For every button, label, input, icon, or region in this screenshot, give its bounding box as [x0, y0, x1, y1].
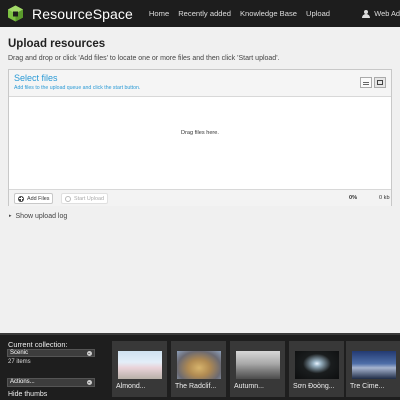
thumbnail-caption: Sơn Đoòng...	[293, 383, 335, 390]
collection-thumb[interactable]: Autumn...	[230, 341, 285, 397]
thumbnail-icon	[377, 80, 383, 85]
select-files-subtitle: Add files to the upload queue and click …	[14, 85, 141, 91]
current-collection-label: Current collection:	[8, 340, 68, 349]
collection-thumb[interactable]: Sơn Đoòng...	[289, 341, 344, 397]
upload-log-label: Show upload log	[15, 213, 68, 220]
collection-bar: Current collection: Scenic 27 items Acti…	[0, 333, 400, 400]
nav-upload[interactable]: Upload	[306, 9, 330, 18]
start-upload-button[interactable]: Start Upload	[61, 193, 108, 204]
chevron-down-icon	[87, 380, 92, 385]
thumbnail-caption: Almond...	[116, 383, 146, 390]
thumbnail-image	[295, 351, 339, 379]
actions-select[interactable]: Actions...	[7, 378, 95, 387]
collection-thumb[interactable]: The Radclif...	[171, 341, 226, 397]
collection-item-count: 27 items	[8, 359, 31, 365]
app-name: ResourceSpace	[32, 5, 133, 22]
upload-widget: Select files Add files to the upload que…	[8, 69, 392, 206]
plus-icon	[18, 195, 24, 202]
collection-select-value: Scenic	[10, 350, 29, 356]
thumbnail-image	[352, 351, 396, 379]
nav-home[interactable]: Home	[149, 9, 169, 18]
file-drop-zone[interactable]: Drag files here.	[9, 97, 391, 189]
hide-thumbs-link[interactable]: Hide thumbs	[8, 391, 47, 398]
resourcespace-logo-icon	[8, 5, 23, 22]
collection-select[interactable]: Scenic	[7, 349, 95, 357]
collection-thumb[interactable]: Almond...	[112, 341, 167, 397]
main-nav: Home Recently added Knowledge Base Uploa…	[149, 9, 339, 18]
user-menu[interactable]: Web Ad	[362, 9, 400, 18]
thumbnail-image	[177, 351, 221, 379]
upload-instructions: Drag and drop or click 'Add files' to lo…	[8, 55, 280, 62]
show-upload-log-link[interactable]: ▸ Show upload log	[9, 213, 67, 220]
select-files-title: Select files	[14, 73, 58, 83]
page-title: Upload resources	[8, 38, 106, 50]
thumbnail-caption: Autumn...	[234, 383, 264, 390]
add-files-button[interactable]: Add Files	[14, 193, 54, 204]
actions-select-value: Actions...	[10, 379, 35, 385]
view-toggle	[358, 77, 386, 88]
thumbnail-caption: The Radclif...	[175, 383, 217, 390]
collection-thumb[interactable]: Tre Cime...	[346, 341, 400, 397]
start-upload-label: Start Upload	[74, 195, 104, 202]
thumbnail-view-button[interactable]	[374, 77, 386, 88]
list-icon	[363, 82, 369, 83]
top-navigation-bar: ResourceSpace Home Recently added Knowle…	[0, 0, 400, 27]
add-files-label: Add Files	[27, 195, 50, 202]
user-name: Web Ad	[374, 9, 400, 18]
thumbnail-image	[118, 351, 162, 379]
nav-recently-added[interactable]: Recently added	[178, 9, 231, 18]
list-view-button[interactable]	[360, 77, 372, 88]
thumbnail-caption: Tre Cime...	[350, 383, 385, 390]
thumbnail-image	[236, 351, 280, 379]
expand-triangle-icon: ▸	[9, 213, 12, 219]
nav-knowledge-base[interactable]: Knowledge Base	[240, 9, 297, 18]
chevron-down-icon	[87, 351, 92, 356]
user-icon	[362, 9, 371, 18]
upload-widget-header: Select files Add files to the upload que…	[9, 70, 391, 97]
upload-widget-footer: Add Files Start Upload 0% 0 kb	[9, 189, 391, 206]
start-icon	[65, 195, 71, 202]
upload-size: 0 kb	[379, 195, 390, 201]
drop-zone-text: Drag files here.	[181, 130, 219, 136]
app-logo[interactable]: ResourceSpace	[7, 5, 133, 22]
upload-percent: 0%	[349, 195, 358, 201]
